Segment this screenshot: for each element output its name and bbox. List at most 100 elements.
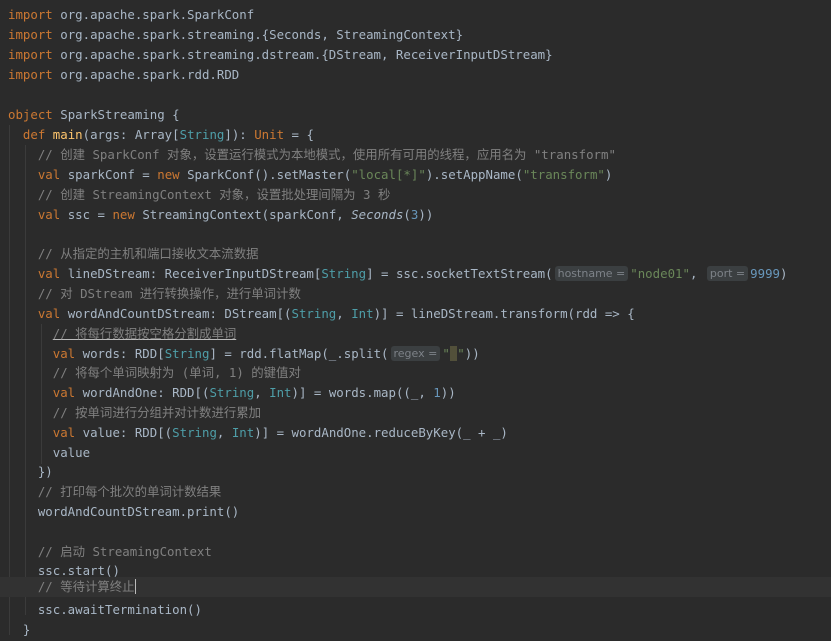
code-line-val-wordandone[interactable]: val wordAndOne: RDD[(String, Int)] = wor… bbox=[8, 383, 456, 403]
code-text: ) bbox=[604, 167, 613, 182]
code-line-val-wordandcount[interactable]: val wordAndCountDStream: DStream[(String… bbox=[8, 304, 635, 324]
code-line-close-main[interactable]: } bbox=[8, 620, 30, 640]
keyword: val bbox=[37, 167, 61, 182]
keyword: import bbox=[8, 47, 53, 62]
code-text: ).setAppName( bbox=[425, 167, 523, 182]
keyword: new bbox=[157, 167, 180, 182]
keyword: import bbox=[8, 67, 53, 82]
code-line-await[interactable]: ssc.awaitTermination() bbox=[8, 600, 202, 620]
code-text: wordAndOne: RDD[( bbox=[82, 385, 210, 400]
code-text: ]): bbox=[224, 127, 255, 142]
code-line-print[interactable]: wordAndCountDStream.print() bbox=[8, 502, 239, 522]
string-literal: " bbox=[457, 346, 465, 361]
code-text: } bbox=[22, 622, 31, 637]
code-line-val-sparkconf[interactable]: val sparkConf = new SparkConf().setMaste… bbox=[8, 165, 613, 185]
code-text: words: RDD[ bbox=[82, 346, 165, 361]
keyword: def bbox=[22, 127, 46, 142]
code-text: lineDStream: ReceiverInputDStream[ bbox=[67, 266, 322, 281]
comment: // 将每个单词映射为 (单词, 1) 的键值对 bbox=[52, 365, 301, 380]
code-line-import-sparkconf[interactable]: import org.apache.spark.SparkConf bbox=[8, 5, 254, 25]
code-line-comment[interactable]: // 将每个单词映射为 (单词, 1) 的键值对 bbox=[8, 363, 301, 383]
type-name: String bbox=[291, 306, 337, 321]
type-name: Int bbox=[269, 385, 292, 400]
code-line-val-ssc[interactable]: val ssc = new StreamingContext(sparkConf… bbox=[8, 205, 433, 225]
comment: // 对 DStream 进行转换操作，进行单词计数 bbox=[37, 286, 301, 301]
parameter-hint: port = bbox=[706, 266, 749, 281]
comment: // 按单词进行分组并对计数进行累加 bbox=[52, 405, 262, 420]
text-caret bbox=[134, 579, 137, 594]
code-text: ( bbox=[403, 207, 411, 222]
keyword: import bbox=[8, 7, 53, 22]
code-text: wordAndCountDStream: DStream[( bbox=[67, 306, 292, 321]
code-text: ssc.start() bbox=[37, 563, 120, 578]
code-line-comment[interactable]: // 创建 StreamingContext 对象，设置批处理间隔为 3 秒 bbox=[8, 185, 391, 205]
code-text: , bbox=[254, 385, 270, 400]
type-name: String bbox=[164, 346, 210, 361]
code-text: SparkConf().setMaster( bbox=[187, 167, 352, 182]
function-name: main bbox=[52, 127, 83, 142]
code-text: SparkStreaming { bbox=[60, 107, 180, 122]
keyword: val bbox=[37, 306, 61, 321]
code-text: ssc = bbox=[67, 207, 113, 222]
code-line-comment[interactable]: // 等待计算终止 bbox=[8, 577, 137, 597]
code-line-import-streaming[interactable]: import org.apache.spark.streaming.{Secon… bbox=[8, 25, 463, 45]
code-text: ] = ssc.socketTextStream( bbox=[366, 266, 553, 281]
code-line-comment[interactable]: // 创建 SparkConf 对象，设置运行模式为本地模式，使用所有可用的线程… bbox=[8, 145, 616, 165]
code-text: = { bbox=[284, 127, 314, 142]
code-text: )) bbox=[418, 207, 434, 222]
keyword: val bbox=[37, 207, 61, 222]
keyword: val bbox=[37, 266, 61, 281]
parameter-hint: hostname = bbox=[554, 266, 629, 281]
code-line-close-transform[interactable]: }) bbox=[8, 462, 53, 482]
type-name: Int bbox=[351, 306, 374, 321]
code-editor[interactable]: import org.apache.spark.SparkConf import… bbox=[0, 0, 831, 641]
parameter-hint: regex = bbox=[390, 346, 441, 361]
code-text: sparkConf = bbox=[67, 167, 158, 182]
code-text: wordAndCountDStream.print() bbox=[37, 504, 240, 519]
code-text: ) bbox=[780, 266, 788, 281]
keyword: object bbox=[8, 107, 53, 122]
code-line-import-dstream[interactable]: import org.apache.spark.streaming.dstrea… bbox=[8, 45, 553, 65]
code-line-val-value[interactable]: val value: RDD[(String, Int)] = wordAndO… bbox=[8, 423, 508, 443]
comment: // 打印每个批次的单词计数结果 bbox=[37, 484, 222, 499]
code-text: )] = lineDStream.transform(rdd => { bbox=[373, 306, 635, 321]
code-line-import-rdd[interactable]: import org.apache.spark.rdd.RDD bbox=[8, 65, 239, 85]
number-literal: 1 bbox=[433, 385, 441, 400]
keyword: import bbox=[8, 27, 53, 42]
code-line-comment[interactable]: // 启动 StreamingContext bbox=[8, 542, 212, 562]
code-line-val-linedstream[interactable]: val lineDStream: ReceiverInputDStream[St… bbox=[8, 264, 787, 284]
comment: // 从指定的主机和端口接收文本流数据 bbox=[37, 246, 259, 261]
code-line-comment[interactable]: // 对 DStream 进行转换操作，进行单词计数 bbox=[8, 284, 301, 304]
string-literal: "node01" bbox=[630, 266, 690, 281]
keyword: val bbox=[52, 385, 76, 400]
code-text: )) bbox=[440, 385, 456, 400]
code-line-comment[interactable]: // 将每行数据按空格分割成单词 bbox=[8, 324, 236, 344]
code-line-value[interactable]: value bbox=[8, 443, 90, 463]
code-text: org.apache.spark.rdd.RDD bbox=[60, 67, 240, 82]
type-name: String bbox=[172, 425, 217, 440]
string-literal: "transform" bbox=[522, 167, 605, 182]
code-text: )] = wordAndOne.reduceByKey(_ + _) bbox=[254, 425, 508, 440]
string-literal: " bbox=[442, 346, 450, 361]
code-text: org.apache.spark.streaming.{Seconds, bbox=[60, 27, 337, 42]
code-text: }) bbox=[37, 464, 53, 479]
code-line-val-words[interactable]: val words: RDD[String] = rdd.flatMap(_.s… bbox=[8, 344, 480, 364]
comment: // 创建 SparkConf 对象，设置运行模式为本地模式，使用所有可用的线程… bbox=[37, 147, 616, 162]
code-line-def-main[interactable]: def main(args: Array[String]): Unit = { bbox=[8, 125, 314, 145]
comment: // 等待计算终止 bbox=[37, 579, 135, 594]
comment: // 创建 StreamingContext 对象，设置批处理间隔为 3 秒 bbox=[37, 187, 391, 202]
code-line-object[interactable]: object SparkStreaming { bbox=[8, 105, 180, 125]
code-text: , bbox=[336, 306, 352, 321]
code-line-comment[interactable]: // 从指定的主机和端口接收文本流数据 bbox=[8, 244, 259, 264]
keyword: new bbox=[112, 207, 135, 222]
type-name: Int bbox=[231, 425, 255, 440]
type-name: String bbox=[209, 385, 255, 400]
code-text: ssc.awaitTermination() bbox=[37, 602, 202, 617]
comment: // 将每行数据按空格分割成单词 bbox=[52, 326, 237, 341]
keyword: Unit bbox=[254, 127, 285, 142]
code-line-comment[interactable]: // 按单词进行分组并对计数进行累加 bbox=[8, 403, 261, 423]
code-text: StreamingContext(sparkConf, bbox=[142, 207, 352, 222]
code-text: value bbox=[52, 445, 91, 460]
keyword: val bbox=[52, 346, 76, 361]
code-line-comment[interactable]: // 打印每个批次的单词计数结果 bbox=[8, 482, 221, 502]
